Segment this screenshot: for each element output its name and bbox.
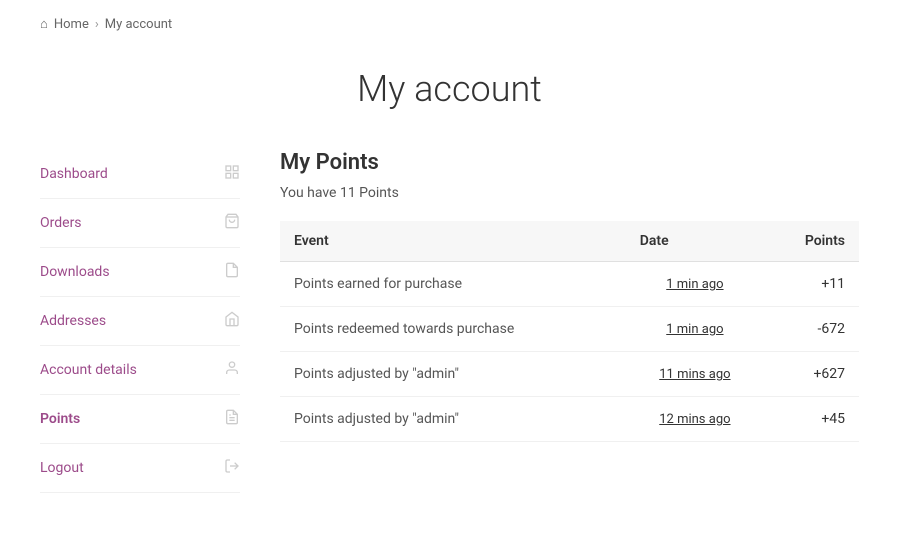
col-date: Date: [626, 221, 764, 262]
breadcrumb-current: My account: [105, 17, 172, 32]
sidebar-item-dashboard-label: Dashboard: [40, 166, 108, 182]
sidebar: Dashboard Orders Downloads Addresses Acc…: [40, 150, 240, 493]
sidebar-item-account-details-label: Account details: [40, 362, 137, 378]
sidebar-item-downloads-icon: [224, 262, 240, 282]
sidebar-item-account-details[interactable]: Account details: [40, 346, 240, 395]
cell-event: Points adjusted by "admin": [280, 352, 626, 397]
sidebar-item-dashboard-icon: [224, 164, 240, 184]
cell-points: +11: [764, 262, 859, 307]
cell-event: Points adjusted by "admin": [280, 397, 626, 442]
sidebar-item-addresses-label: Addresses: [40, 313, 106, 329]
cell-points: +45: [764, 397, 859, 442]
date-link[interactable]: 11 mins ago: [659, 367, 730, 382]
table-row: Points redeemed towards purchase 1 min ag…: [280, 307, 859, 352]
points-table: Event Date Points Points earned for purc…: [280, 221, 859, 442]
sidebar-item-downloads-label: Downloads: [40, 264, 110, 280]
sidebar-item-logout[interactable]: Logout: [40, 444, 240, 493]
cell-event: Points redeemed towards purchase: [280, 307, 626, 352]
table-header-row: Event Date Points: [280, 221, 859, 262]
section-title: My Points: [280, 150, 859, 175]
cell-date: 11 mins ago: [626, 352, 764, 397]
date-link[interactable]: 1 min ago: [666, 277, 723, 292]
cell-date: 1 min ago: [626, 262, 764, 307]
table-row: Points adjusted by "admin" 12 mins ago +45: [280, 397, 859, 442]
sidebar-item-orders-label: Orders: [40, 215, 82, 231]
date-link[interactable]: 1 min ago: [666, 322, 723, 337]
sidebar-item-addresses[interactable]: Addresses: [40, 297, 240, 346]
main-layout: Dashboard Orders Downloads Addresses Acc…: [0, 150, 899, 533]
sidebar-item-orders[interactable]: Orders: [40, 199, 240, 248]
sidebar-item-points[interactable]: Points: [40, 395, 240, 444]
home-icon: ⌂: [40, 16, 48, 32]
sidebar-item-dashboard[interactable]: Dashboard: [40, 150, 240, 199]
col-points: Points: [764, 221, 859, 262]
table-row: Points earned for purchase 1 min ago +11: [280, 262, 859, 307]
sidebar-item-downloads[interactable]: Downloads: [40, 248, 240, 297]
cell-date: 1 min ago: [626, 307, 764, 352]
date-link[interactable]: 12 mins ago: [659, 412, 730, 427]
sidebar-item-logout-icon: [224, 458, 240, 478]
sidebar-item-addresses-icon: [224, 311, 240, 331]
sidebar-item-points-label: Points: [40, 411, 80, 427]
content-area: My Points You have 11 Points Event Date …: [280, 150, 859, 493]
page-title: My account: [40, 68, 859, 110]
sidebar-item-orders-icon: [224, 213, 240, 233]
cell-points: -672: [764, 307, 859, 352]
sidebar-item-account-details-icon: [224, 360, 240, 380]
cell-event: Points earned for purchase: [280, 262, 626, 307]
sidebar-item-logout-label: Logout: [40, 460, 84, 476]
col-event: Event: [280, 221, 626, 262]
table-row: Points adjusted by "admin" 11 mins ago +62…: [280, 352, 859, 397]
cell-points: +627: [764, 352, 859, 397]
breadcrumb: ⌂ Home › My account: [0, 0, 899, 48]
breadcrumb-home[interactable]: Home: [54, 17, 89, 32]
breadcrumb-separator: ›: [95, 17, 99, 32]
page-title-section: My account: [0, 48, 899, 150]
sidebar-item-points-icon: [224, 409, 240, 429]
cell-date: 12 mins ago: [626, 397, 764, 442]
points-summary: You have 11 Points: [280, 185, 859, 201]
